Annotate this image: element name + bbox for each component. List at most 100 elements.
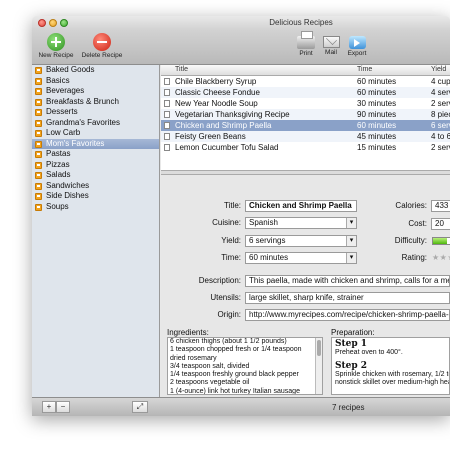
sidebar-item[interactable]: Beverages (32, 86, 159, 97)
folder-icon (35, 119, 42, 127)
document-icon (164, 133, 170, 140)
title-label: Title: (223, 201, 241, 210)
sidebar-item-label: Salads (46, 170, 71, 179)
rating-stars[interactable]: ★★★★★ (432, 253, 450, 262)
mail-button[interactable]: Mail (320, 33, 342, 56)
fullscreen-button[interactable]: ⤢ (132, 401, 148, 413)
document-icon (164, 78, 170, 85)
ingredient-line: 1/4 teaspoon freshly ground black pepper (170, 371, 299, 379)
folder-icon (35, 77, 42, 85)
sidebar-item-label: Desserts (46, 107, 78, 116)
sidebar-item[interactable]: Salads (32, 170, 159, 181)
sidebar-item-label: Basics (46, 75, 70, 85)
sidebar-item[interactable]: Low Carb (32, 128, 159, 139)
recipe-detail: Title: Chicken and Shrimp Paella Cuisine… (161, 175, 450, 397)
column-header-title[interactable]: Title (175, 66, 188, 73)
step-text: nonstick skillet over medium-high heat (335, 379, 450, 386)
sidebar-item[interactable]: Pizzas (32, 160, 159, 171)
column-header-yield[interactable]: Yield (431, 66, 446, 73)
sidebar-item[interactable]: Grandma's Favorites (32, 118, 159, 129)
bottom-bar: + − ⤢ 7 recipes (32, 397, 450, 416)
new-recipe-button[interactable]: New Recipe (36, 33, 76, 59)
step-heading: Step 1 (335, 339, 368, 349)
recipe-row[interactable]: Chicken and Shrimp Paella 60 minutes 6 ser… (161, 120, 450, 131)
envelope-icon (322, 36, 340, 48)
window-title: Delicious Recipes (269, 18, 333, 27)
sidebar-item[interactable]: Basics (32, 76, 159, 87)
ingredients-text-area[interactable]: 6 chicken thighs (about 1 1/2 pounds) 1 t… (167, 337, 323, 395)
add-category-button[interactable]: + (42, 401, 56, 413)
preparation-label: Preparation: (331, 328, 375, 337)
cost-field[interactable]: 20 (431, 218, 450, 230)
cuisine-select[interactable]: Spanish (245, 217, 357, 229)
title-field[interactable]: Chicken and Shrimp Paella (245, 200, 357, 212)
sidebar-item[interactable]: Pastas (32, 149, 159, 160)
origin-field[interactable]: http://www.myrecipes.com/recipe/chicken-… (245, 309, 450, 321)
calories-field[interactable]: 433 (431, 200, 450, 212)
document-icon (164, 144, 170, 151)
scrollbar-thumb[interactable] (317, 340, 321, 356)
recipe-title-cell: Chicken and Shrimp Paella (175, 121, 272, 130)
step-text: Sprinkle chicken with rosemary, 1/2 tea (335, 370, 450, 378)
document-icon (164, 111, 170, 118)
export-button[interactable]: Export (344, 33, 370, 57)
sidebar-item-label: Soups (46, 201, 69, 211)
ingredient-line: 1 (4-ounce) link hot turkey Italian saus… (170, 387, 300, 395)
sidebar-item-label: Pastas (46, 149, 71, 158)
description-field[interactable]: This paella, made with chicken and shrim… (245, 275, 450, 287)
preparation-text-area[interactable]: Step 1 Preheat oven to 400°. Step 2 Spri… (331, 337, 450, 395)
sidebar-item[interactable]: Sandwiches (32, 181, 159, 192)
recipe-row[interactable]: Chile Blackberry Syrup 60 minutes 4 cups (161, 76, 450, 87)
print-button[interactable]: Print (294, 31, 318, 57)
title-bar: Delicious Recipes (32, 16, 450, 30)
folder-icon (35, 151, 42, 158)
recipe-row[interactable]: New Year Noodle Soup 30 minutes 2 serv (161, 98, 450, 109)
sidebar-item[interactable]: Soups (32, 202, 159, 213)
utensils-field[interactable]: large skillet, sharp knife, strainer (245, 292, 450, 304)
recipe-title-cell: Vegetarian Thanksgiving Recipe (175, 110, 290, 119)
recipe-time-cell: 90 minutes (357, 110, 397, 119)
ingredients-scrollbar[interactable] (315, 338, 322, 394)
remove-category-button[interactable]: − (56, 401, 70, 413)
difficulty-label: Difficulty: (394, 236, 427, 245)
add-icon (47, 33, 65, 51)
difficulty-level-indicator[interactable] (432, 237, 450, 245)
folder-icon (35, 182, 42, 190)
step-text: Preheat oven to 400°. (335, 349, 403, 356)
folder-icon (35, 140, 42, 148)
ingredient-line: 6 chicken thighs (about 1 1/2 pounds) (170, 338, 287, 345)
recipe-row[interactable]: Lemon Cucumber Tofu Salad 15 minutes 2 ser… (161, 142, 450, 153)
time-select[interactable]: 60 minutes (245, 252, 357, 264)
recipe-list-header: Title Time Yield (161, 65, 450, 76)
delete-recipe-button[interactable]: Delete Recipe (80, 33, 124, 59)
sidebar-item[interactable]: Breakfasts & Brunch (32, 97, 159, 108)
folder-icon (35, 172, 42, 179)
sidebar-item[interactable]: Side Dishes (32, 191, 159, 202)
recipe-row[interactable]: Classic Cheese Fondue 60 minutes 4 serv (161, 87, 450, 98)
print-label: Print (299, 50, 313, 57)
sidebar-item-label: Beverages (46, 86, 85, 95)
recipe-title-cell: Feisty Green Beans (175, 132, 246, 141)
recipe-row[interactable]: Feisty Green Beans 45 minutes 4 to 6 (161, 131, 450, 142)
ingredient-line: 2 teaspoons vegetable oil (170, 379, 250, 387)
recipe-row[interactable]: Vegetarian Thanksgiving Recipe 90 minutes… (161, 109, 450, 120)
delete-icon (93, 33, 111, 51)
description-label: Description: (198, 276, 241, 285)
recipe-title-cell: Classic Cheese Fondue (175, 88, 260, 97)
yield-label: Yield: (221, 236, 241, 245)
ingredients-label: Ingredients: (167, 328, 209, 337)
category-sidebar: Baked Goods Basics Beverages Breakfasts & B… (32, 65, 160, 397)
sidebar-item[interactable]: Baked Goods (32, 65, 159, 76)
origin-label: Origin: (217, 310, 241, 319)
export-icon (348, 36, 366, 49)
sidebar-item[interactable]: Desserts (32, 107, 159, 118)
yield-select[interactable]: 6 servings (245, 235, 357, 247)
column-header-time[interactable]: Time (357, 66, 372, 73)
sidebar-item[interactable]: Mom's Favorites (32, 138, 159, 149)
sidebar-item-label: Pizzas (46, 159, 70, 169)
difficulty-fill (433, 238, 448, 244)
folder-icon (35, 203, 42, 211)
recipe-title-cell: New Year Noodle Soup (175, 99, 258, 108)
sidebar-item-label: Side Dishes (46, 191, 89, 200)
document-icon (164, 89, 170, 96)
